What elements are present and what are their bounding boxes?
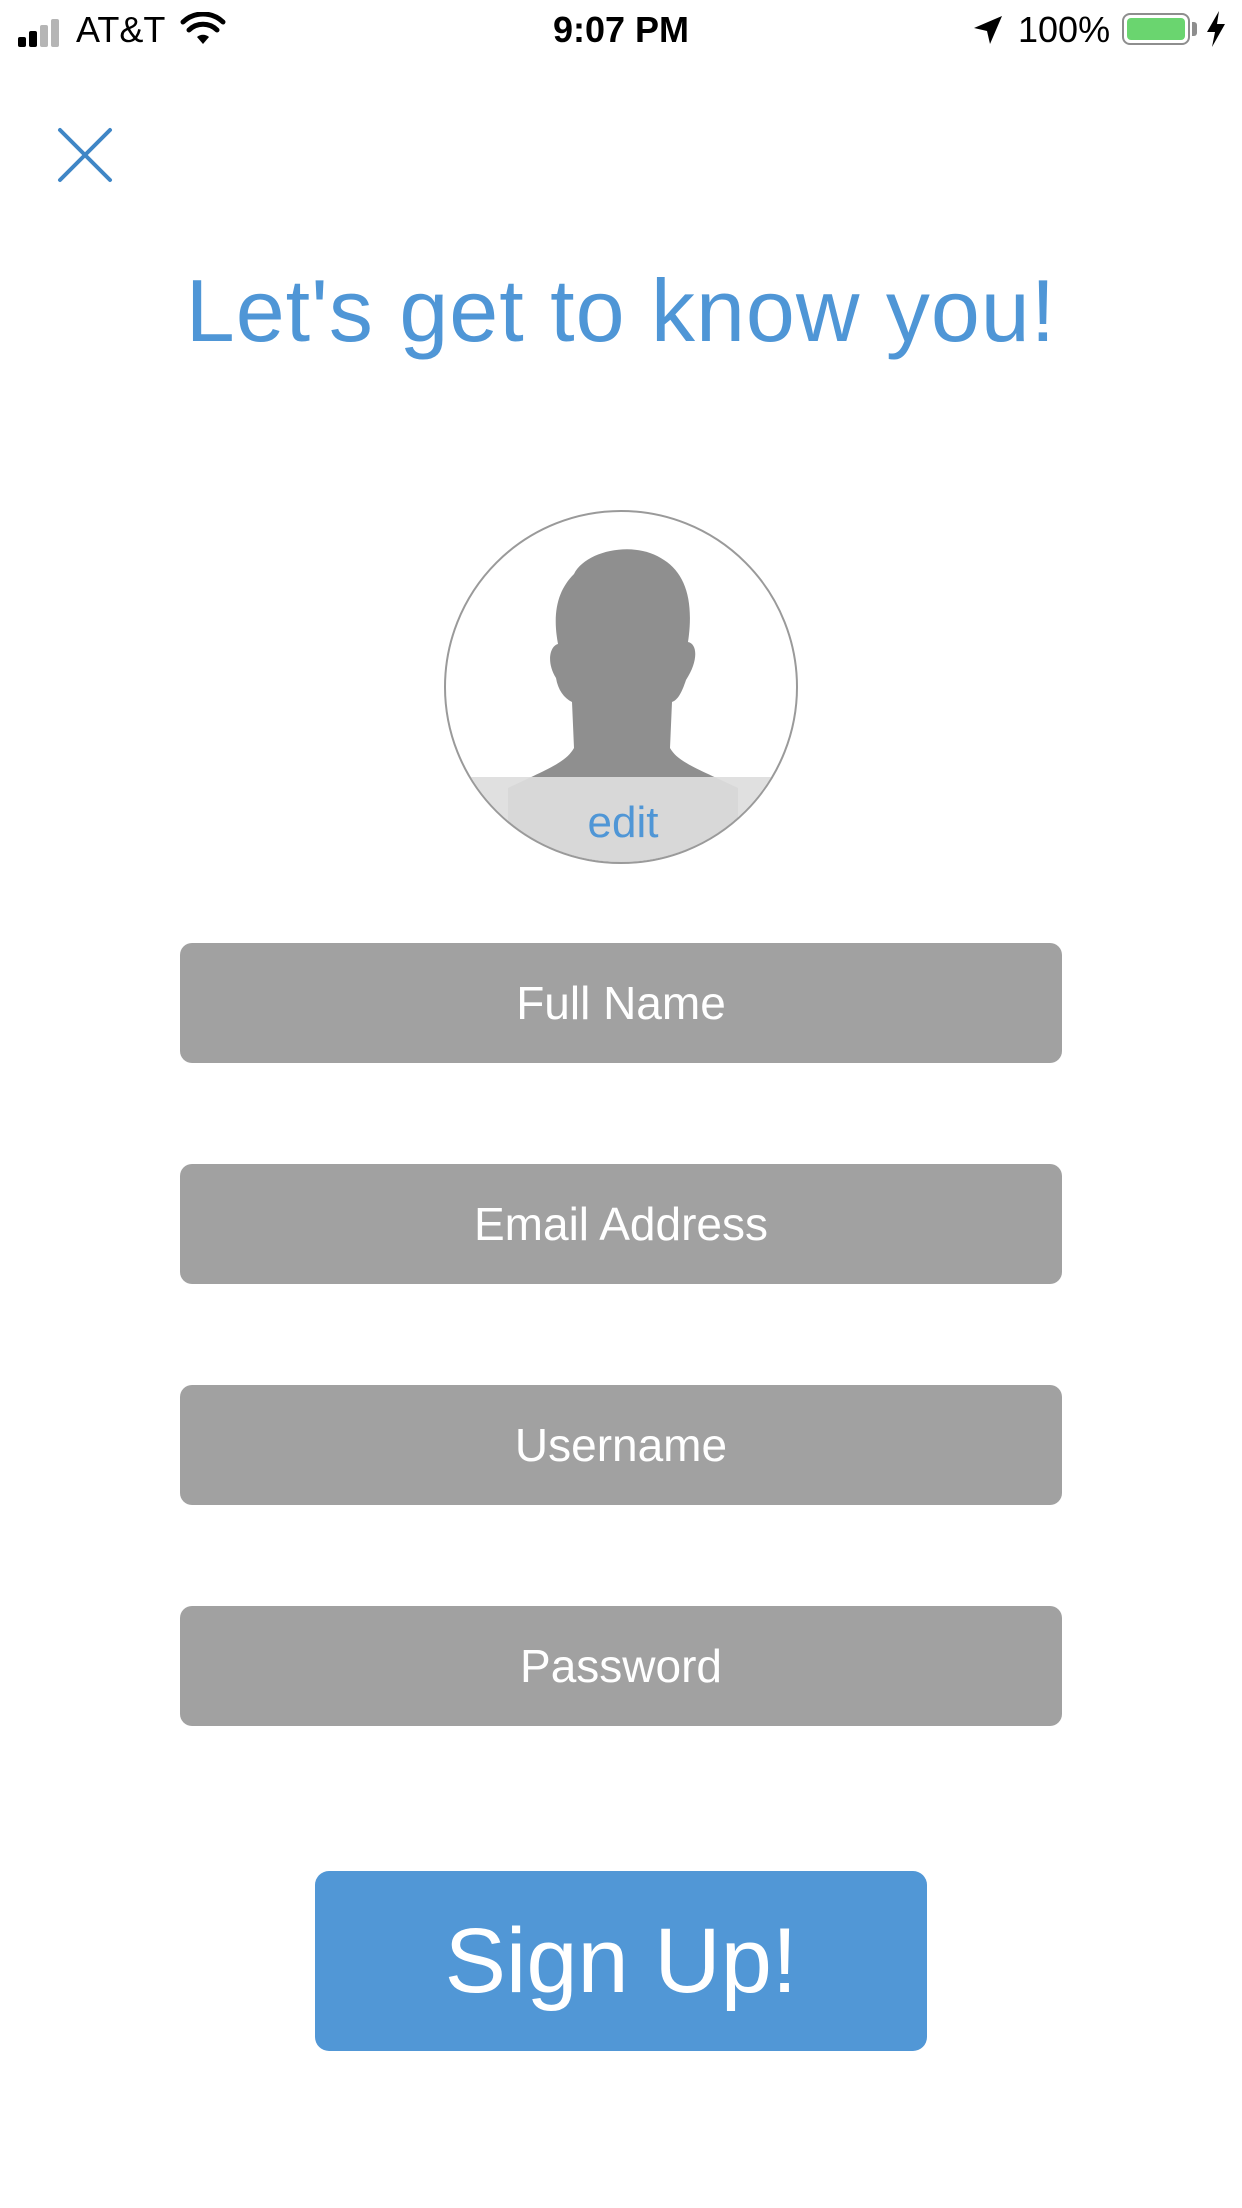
close-icon xyxy=(58,128,112,182)
location-arrow-icon xyxy=(974,16,1002,44)
battery-percent: 100% xyxy=(1018,9,1111,50)
signup-screen: AT&T 9:07 PM 100% Let's get to know you! xyxy=(0,0,1242,2208)
status-bar: AT&T 9:07 PM 100% xyxy=(0,0,1242,60)
full-name-field[interactable] xyxy=(180,943,1062,1063)
profile-photo-picker[interactable]: edit xyxy=(444,510,798,864)
page-title: Let's get to know you! xyxy=(185,261,1057,360)
email-field[interactable] xyxy=(180,1164,1062,1284)
battery-icon xyxy=(1122,13,1190,45)
avatar-edit-label[interactable]: edit xyxy=(446,777,796,862)
username-field[interactable] xyxy=(180,1385,1062,1505)
password-field[interactable] xyxy=(180,1606,1062,1726)
battery-cap xyxy=(1192,22,1197,36)
battery-level-fill xyxy=(1127,18,1185,40)
charging-bolt-icon xyxy=(1207,11,1225,47)
close-button[interactable] xyxy=(50,120,120,190)
sign-up-button[interactable]: Sign Up! xyxy=(315,1871,927,2051)
